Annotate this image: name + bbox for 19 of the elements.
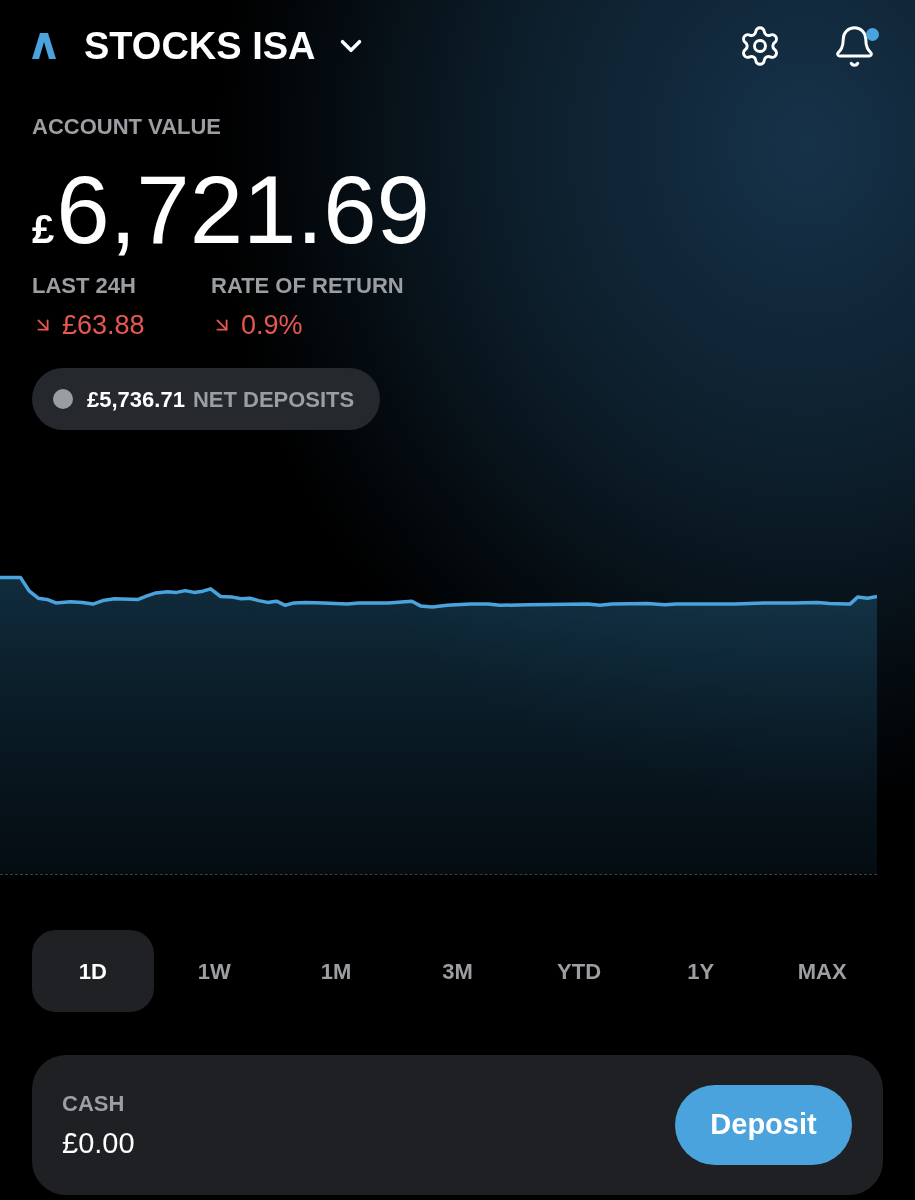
time-range-tab[interactable]: 1M xyxy=(275,930,397,1012)
account-value: £6,721.69 xyxy=(32,162,430,258)
account-selector[interactable]: STOCKS ISA xyxy=(84,27,368,65)
time-range-tab[interactable]: 1W xyxy=(153,930,276,1012)
stat-value: £63.88 xyxy=(62,310,145,340)
cash-label: CASH xyxy=(62,1091,125,1117)
logo-icon xyxy=(32,33,56,59)
stat-value: 0.9% xyxy=(241,310,303,340)
net-deposits-amount: £5,736.71 xyxy=(87,385,185,414)
time-range-tab[interactable]: MAX xyxy=(761,930,883,1012)
account-value-label: ACCOUNT VALUE xyxy=(32,114,222,140)
time-range-tab[interactable]: 1Y xyxy=(639,930,762,1012)
time-range-tab[interactable]: YTD xyxy=(518,930,640,1012)
time-range-tab[interactable]: 3M xyxy=(396,930,519,1012)
time-range-tab[interactable]: 1D xyxy=(32,930,154,1012)
cash-amount: £0.00 xyxy=(62,1127,135,1159)
net-deposits-label: NET DEPOSITS xyxy=(192,385,355,414)
stat-label: RATE OF RETURN xyxy=(211,273,404,299)
stat-label: LAST 24H xyxy=(32,273,136,299)
